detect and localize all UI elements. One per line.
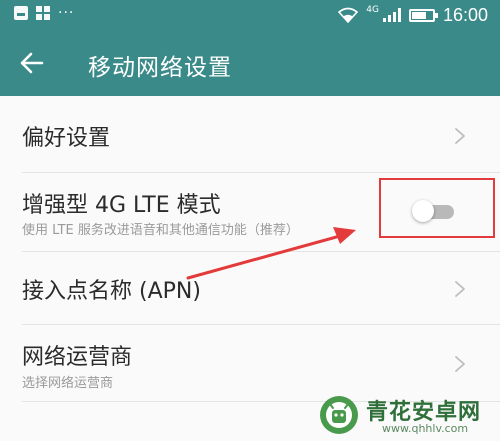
status-bar: ··· 4G 16:00 xyxy=(0,0,500,30)
status-clock: 16:00 xyxy=(442,4,488,25)
watermark-url: www.qhhlv.com xyxy=(382,422,469,435)
chevron-right-icon xyxy=(455,281,465,297)
network-operator-label: 网络运营商 xyxy=(22,345,133,370)
apps-notification-icon xyxy=(36,6,50,20)
toggle-thumb xyxy=(412,200,434,222)
enhanced-4g-lte-description: 使用 LTE 服务改进语音和其他通信功能（推荐） xyxy=(22,223,299,238)
app-bar: 移动网络设置 xyxy=(0,30,500,96)
more-notifications-icon: ··· xyxy=(58,5,75,21)
watermark: 青花安卓网 www.qhhlv.com xyxy=(318,392,500,441)
preference-settings-item[interactable]: 偏好设置 xyxy=(0,96,500,172)
apn-label: 接入点名称 (APN) xyxy=(22,279,201,304)
notification-icons: ··· xyxy=(14,6,74,20)
image-notification-icon xyxy=(14,6,28,20)
watermark-logo-icon xyxy=(320,396,358,434)
network-operator-description: 选择网络运营商 xyxy=(22,376,114,391)
system-icons: 4G 16:00 xyxy=(338,4,488,26)
arrow-left-icon xyxy=(20,52,44,74)
preference-settings-label: 偏好设置 xyxy=(22,126,111,151)
signal-strength-icon xyxy=(382,8,401,22)
enhanced-4g-lte-item[interactable]: 增强型 4G LTE 模式 使用 LTE 服务改进语音和其他通信功能（推荐） xyxy=(0,173,500,251)
chevron-right-icon xyxy=(455,128,465,144)
network-operator-item[interactable]: 网络运营商 选择网络运营商 xyxy=(0,325,500,401)
apn-item[interactable]: 接入点名称 (APN) xyxy=(0,252,500,324)
wifi-icon xyxy=(338,7,359,23)
battery-icon xyxy=(408,8,438,22)
enhanced-4g-lte-toggle[interactable] xyxy=(410,198,456,224)
page-title: 移动网络设置 xyxy=(88,55,232,81)
chevron-right-icon xyxy=(455,356,465,372)
network-type-label: 4G xyxy=(366,5,379,15)
back-button[interactable] xyxy=(14,47,50,79)
enhanced-4g-lte-label: 增强型 4G LTE 模式 xyxy=(22,193,221,218)
